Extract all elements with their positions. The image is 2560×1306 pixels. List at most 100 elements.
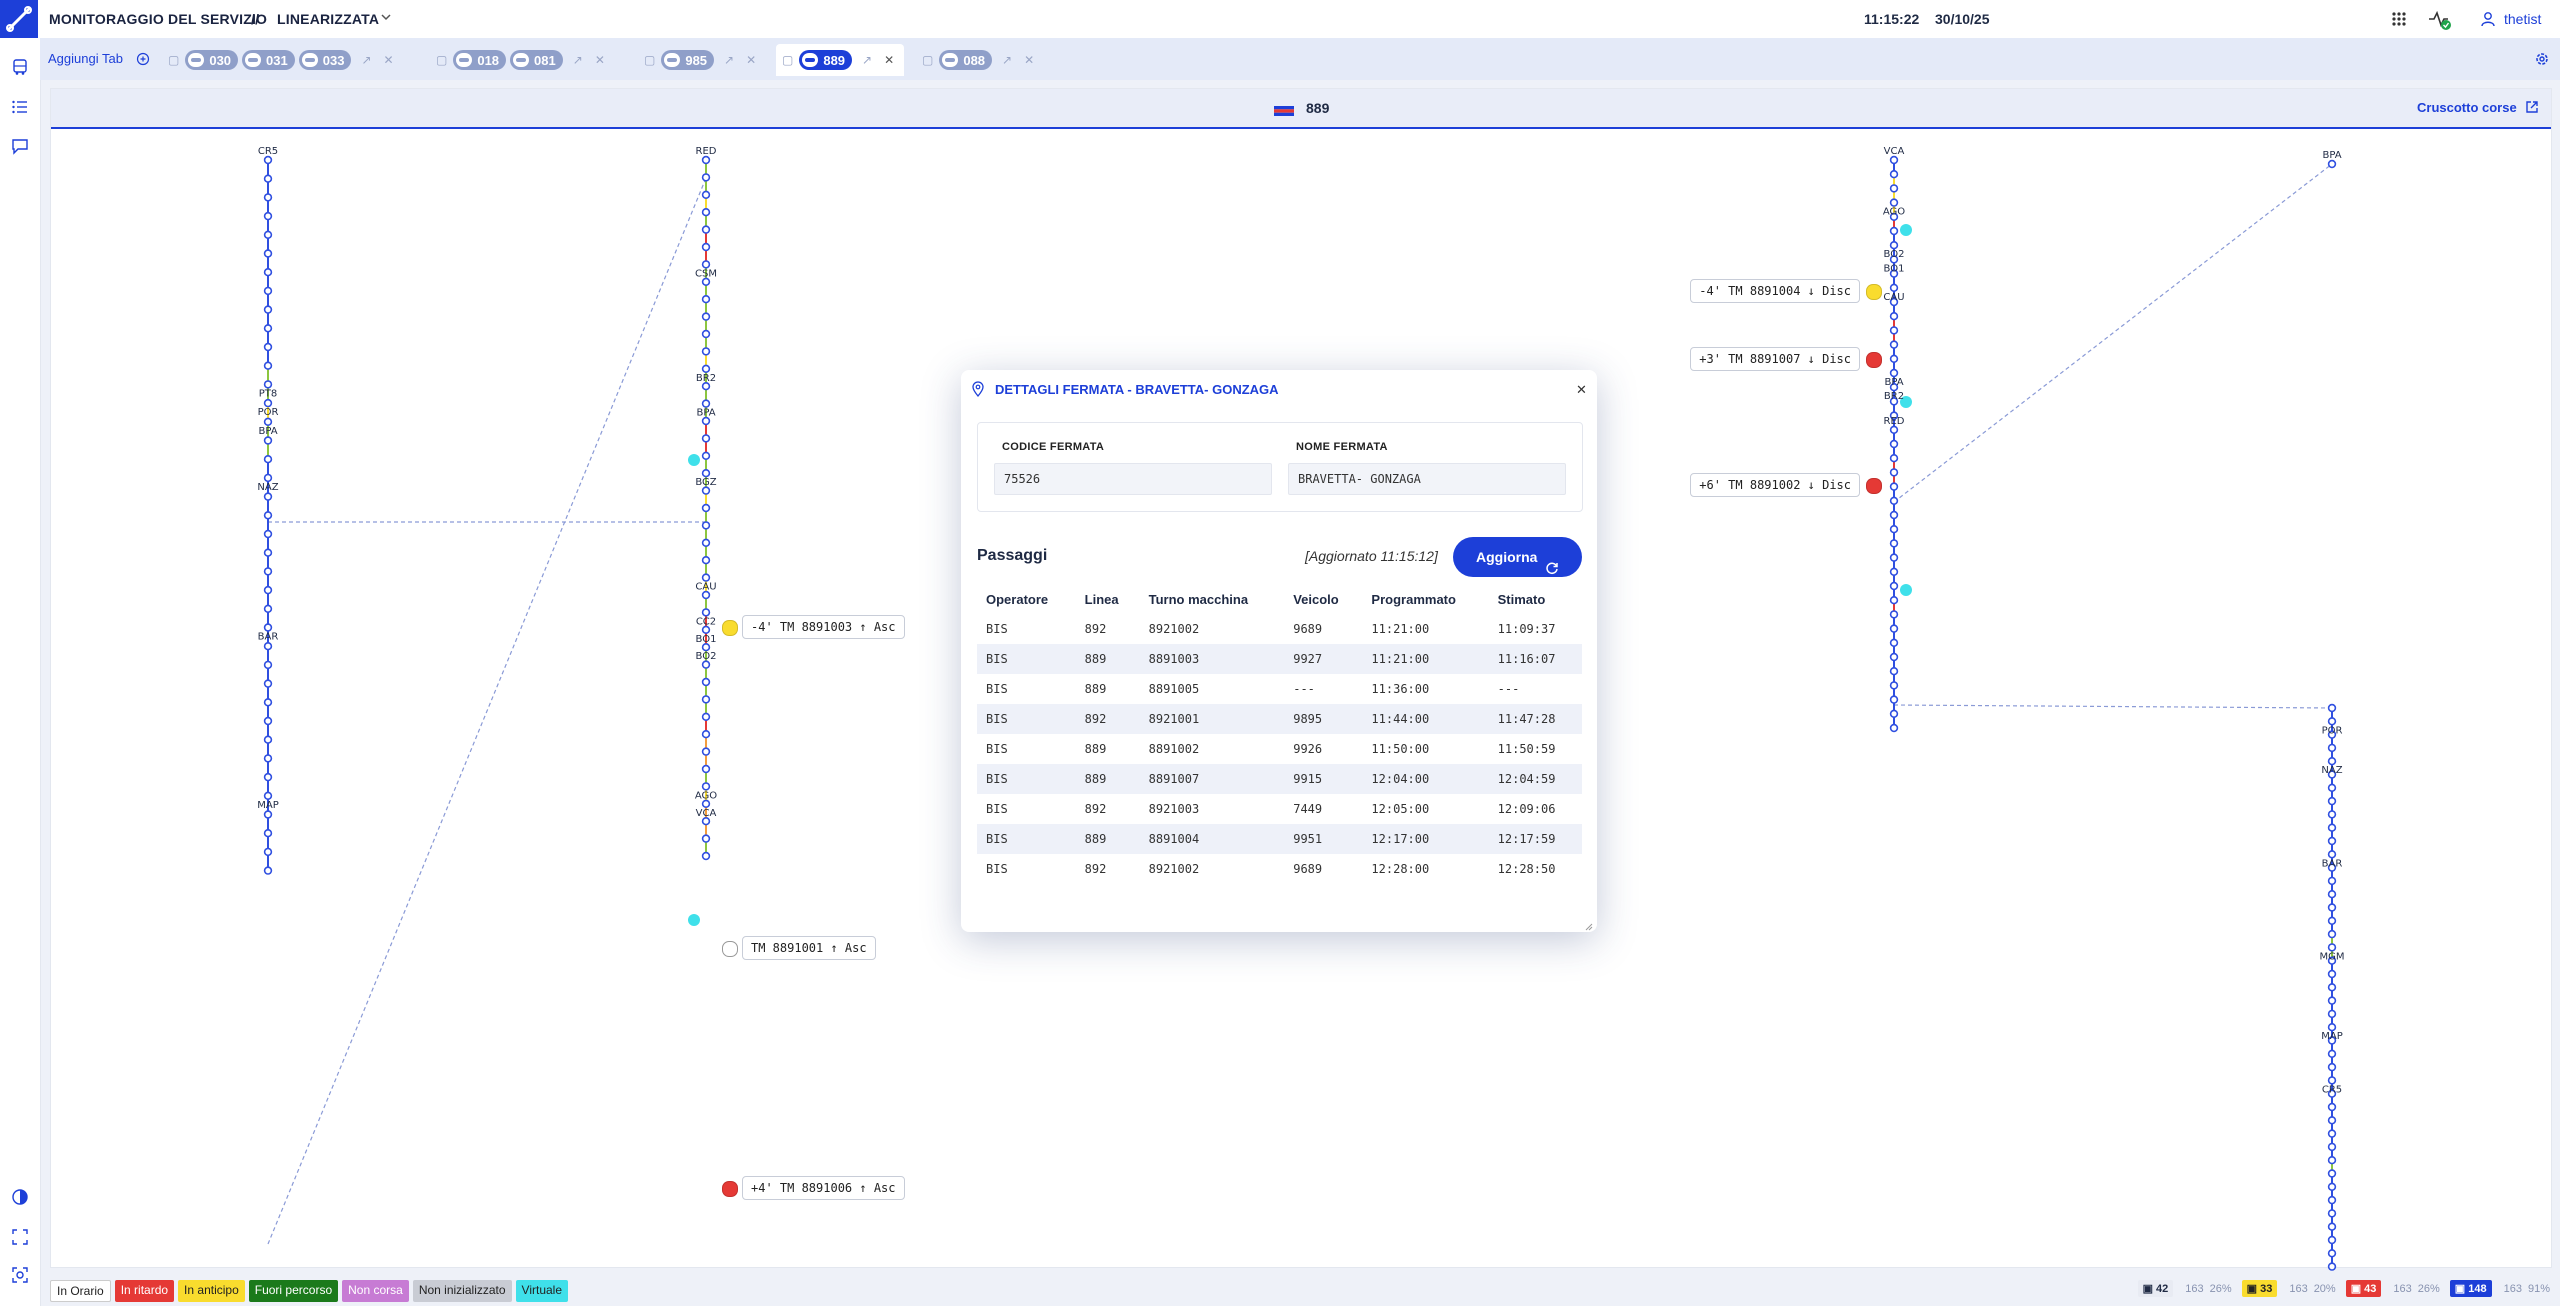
table-cell: 9926	[1293, 742, 1323, 756]
list-icon[interactable]	[11, 98, 29, 121]
open-external-icon[interactable]: ↗	[1002, 53, 1012, 67]
line-pill-031[interactable]: 031	[242, 50, 295, 70]
add-tab-button[interactable]: Aggiungi Tab	[48, 51, 123, 66]
table-cell: 8891007	[1139, 764, 1285, 794]
table-cell: ---	[1497, 682, 1520, 696]
clock-time: 11:15:22	[1864, 11, 1920, 27]
counter-group: ▣ 148 163 91%	[2449, 1280, 2550, 1297]
focus-icon[interactable]	[11, 1266, 29, 1289]
legend-item: Fuori percorso	[248, 1280, 339, 1302]
open-external-icon[interactable]: ↗	[361, 53, 371, 67]
open-external-icon[interactable]: ↗	[573, 53, 583, 67]
table-cell: 11:21:00	[1371, 622, 1430, 636]
vehicle-marker[interactable]	[722, 941, 738, 957]
table-row[interactable]: BIS 889 8891003 9927 11:21:00 11:16:07	[977, 644, 1582, 674]
table-cell: 9915	[1284, 764, 1363, 794]
close-icon[interactable]: ✕	[384, 53, 394, 67]
apps-grid-icon[interactable]	[2391, 11, 2407, 32]
table-row[interactable]: BIS 889 8891005 --- 11:36:00 ---	[977, 674, 1582, 704]
close-icon[interactable]: ✕	[746, 53, 756, 67]
close-icon[interactable]: ✕	[1576, 382, 1587, 398]
chat-icon[interactable]	[11, 137, 29, 160]
line-pill-088[interactable]: 088	[939, 50, 993, 70]
table-row[interactable]: BIS 889 8891004 9951 12:17:00 12:17:59	[977, 824, 1582, 854]
vehicle-tag[interactable]: +3' TM 8891007 ↓ Disc	[1690, 347, 1860, 371]
user-icon[interactable]	[2480, 11, 2496, 32]
table-cell: 9689	[1293, 862, 1323, 876]
vehicle-marker[interactable]	[1866, 352, 1882, 368]
tab-group-3[interactable]: ▢ 985 ↗ ✕	[638, 44, 762, 76]
fullscreen-icon[interactable]	[11, 1228, 29, 1251]
tab-group-active[interactable]: ▢ 889 ↗ ✕	[776, 44, 905, 76]
route-logo-icon[interactable]	[0, 0, 38, 38]
tab-group-1[interactable]: ▢ 030 031 033 ↗ ✕	[162, 44, 400, 76]
vehicle-tag[interactable]: +6' TM 8891002 ↓ Disc	[1690, 473, 1860, 497]
close-icon[interactable]: ✕	[595, 53, 605, 67]
table-cell: 9895	[1284, 704, 1363, 734]
top-bar: MONITORAGGIO DEL SERVIZIO // LINEARIZZAT…	[0, 0, 2560, 39]
passages-table-wrap[interactable]: Operatore Linea Turno macchina Veicolo P…	[977, 584, 1582, 900]
folder-icon: ▢	[922, 53, 934, 67]
table-row[interactable]: BIS 892 8921002 9689 12:28:00 12:28:50	[977, 854, 1582, 884]
cruscotto-link[interactable]: Cruscotto corse	[2417, 100, 2517, 115]
line-pill-985[interactable]: 985	[661, 50, 715, 70]
vehicle-marker[interactable]	[722, 1181, 738, 1197]
table-cell: 8921003	[1148, 802, 1200, 816]
table-header: Operatore Linea Turno macchina Veicolo P…	[977, 584, 1582, 614]
tab-group-5[interactable]: ▢ 088 ↗ ✕	[916, 44, 1040, 76]
open-external-icon[interactable]: ↗	[724, 53, 734, 67]
table-cell: BIS	[986, 682, 1008, 696]
bus-icon[interactable]	[11, 58, 29, 81]
tab-group-2[interactable]: ▢ 018 081 ↗ ✕	[430, 44, 611, 76]
vehicle-tag[interactable]: +4' TM 8891006 ↑ Asc	[742, 1176, 905, 1200]
table-row[interactable]: BIS 892 8921003 7449 12:05:00 12:09:06	[977, 794, 1582, 824]
line-pill-030[interactable]: 030	[185, 50, 239, 70]
legend-item: Virtuale	[515, 1280, 569, 1302]
status-counters: ▣ 42 163 26% ▣ 33 163 20% ▣ 43 163 26% ▣ 148 163 91…	[2128, 1280, 2550, 1297]
table-cell: 11:36:00	[1371, 682, 1430, 696]
table-cell: 12:17:59	[1488, 824, 1582, 854]
contrast-icon[interactable]	[11, 1188, 29, 1211]
close-icon[interactable]: ✕	[1024, 53, 1034, 67]
vehicle-marker[interactable]	[722, 620, 738, 636]
refresh-button[interactable]: Aggiorna	[1453, 537, 1582, 577]
close-icon[interactable]: ✕	[884, 53, 894, 67]
settings-icon[interactable]	[2534, 51, 2550, 72]
table-row[interactable]: BIS 892 8921001 9895 11:44:00 11:47:28	[977, 704, 1582, 734]
chevron-down-icon[interactable]	[378, 9, 394, 30]
table-cell: 889	[1084, 682, 1107, 696]
legend-item: Non inizializzato	[412, 1280, 512, 1302]
vehicle-tag[interactable]: -4' TM 8891004 ↓ Disc	[1690, 279, 1860, 303]
add-circle-icon[interactable]	[136, 52, 150, 71]
open-external-icon[interactable]: ↗	[862, 53, 872, 67]
table-row[interactable]: BIS 889 8891002 9926 11:50:00 11:50:59	[977, 734, 1582, 764]
panel-header: 889 Cruscotto corse	[51, 89, 2551, 129]
col-turno: Turno macchina	[1148, 591, 1249, 607]
counter-badge: ▣ 42	[2137, 1280, 2174, 1297]
line-pill-018[interactable]: 018	[453, 50, 507, 70]
col-veicolo: Veicolo	[1293, 591, 1339, 607]
table-cell: 11:44:00	[1362, 704, 1489, 734]
dialog-title: DETTAGLI FERMATA - BRAVETTA- GONZAGA	[995, 382, 1279, 397]
col-stimato: Stimato	[1497, 591, 1546, 607]
vehicle-marker[interactable]	[1866, 284, 1882, 300]
line-pill-081[interactable]: 081	[510, 50, 563, 70]
resize-handle-icon[interactable]	[1583, 918, 1593, 936]
vehicle-tag[interactable]: TM 8891001 ↑ Asc	[742, 936, 876, 960]
view-selector[interactable]: LINEARIZZATA	[277, 11, 379, 27]
table-cell: BIS	[986, 742, 1008, 756]
table-cell: 9927	[1284, 644, 1363, 674]
activity-icon[interactable]	[2428, 9, 2452, 36]
line-pill-033[interactable]: 033	[298, 50, 352, 70]
table-row[interactable]: BIS 892 8921002 9689 11:21:00 11:09:37	[977, 614, 1582, 644]
table-row[interactable]: BIS 889 8891007 9915 12:04:00 12:04:59	[977, 764, 1582, 794]
user-name[interactable]: thetist	[2504, 11, 2541, 27]
counter-percent: 26%	[2417, 1282, 2440, 1295]
vehicle-marker[interactable]	[1866, 478, 1882, 494]
line-pill-889[interactable]: 889	[799, 50, 853, 70]
table-cell: 9689	[1293, 622, 1323, 636]
table-cell: 8921002	[1148, 622, 1200, 636]
sidebar	[0, 38, 41, 1306]
vehicle-tag[interactable]: -4' TM 8891003 ↑ Asc	[742, 615, 905, 639]
open-external-icon[interactable]	[2525, 100, 2539, 119]
